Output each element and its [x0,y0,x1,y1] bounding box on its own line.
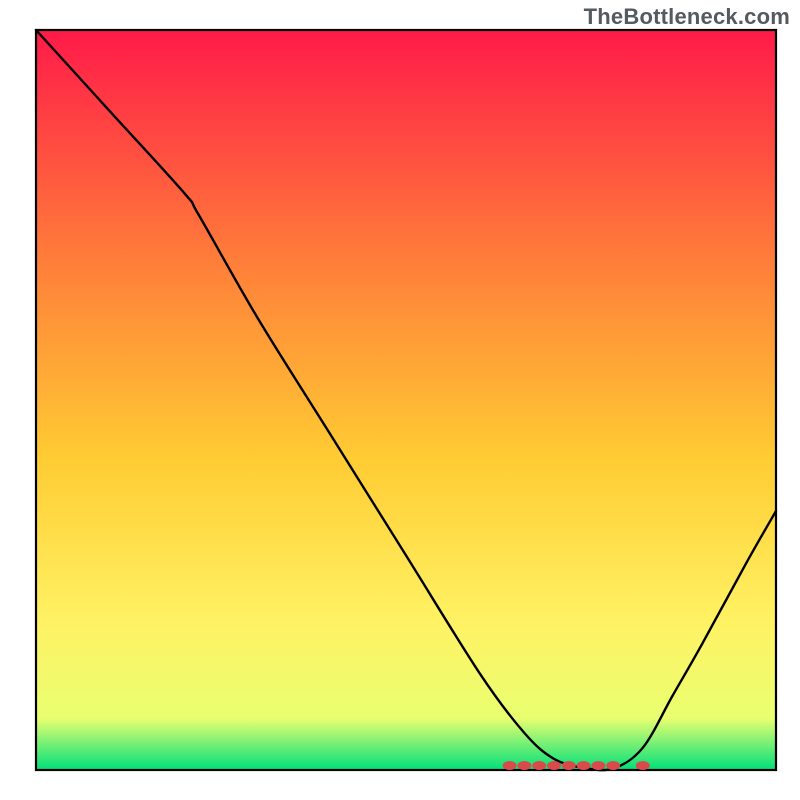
optimal-marker [636,761,650,770]
watermark-text: TheBottleneck.com [584,4,790,30]
optimal-marker [532,761,546,770]
optimal-marker [591,761,605,770]
plot-background [36,30,776,770]
optimal-marker [503,761,517,770]
chart-container: TheBottleneck.com [0,0,800,800]
optimal-marker [547,761,561,770]
optimal-marker [517,761,531,770]
chart-svg [0,0,800,800]
optimal-marker [562,761,576,770]
optimal-marker [606,761,620,770]
optimal-marker [577,761,591,770]
